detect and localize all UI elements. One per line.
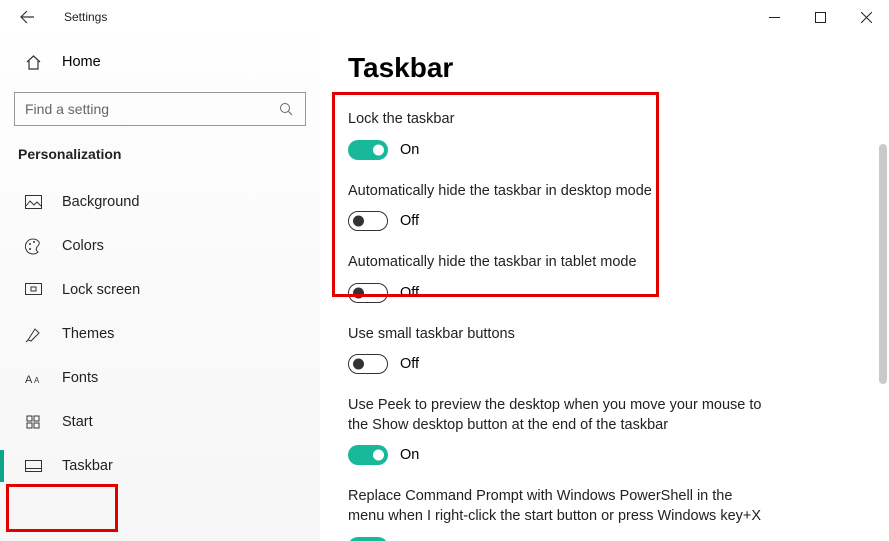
taskbar-icon xyxy=(24,457,42,475)
toggle-state: On xyxy=(400,447,419,463)
scrollbar[interactable] xyxy=(879,144,887,384)
toggle-powershell[interactable] xyxy=(348,537,388,541)
toggle-lock-taskbar[interactable] xyxy=(348,140,388,160)
close-button[interactable] xyxy=(843,1,889,33)
page-title: Taskbar xyxy=(348,52,849,84)
lockscreen-icon xyxy=(24,281,42,299)
sidebar-item-fonts[interactable]: AA Fonts xyxy=(14,356,306,400)
setting-label: Lock the taskbar xyxy=(348,110,768,130)
setting-label: Automatically hide the taskbar in tablet… xyxy=(348,253,768,273)
app-title: Settings xyxy=(64,10,107,24)
start-icon xyxy=(24,413,42,431)
home-icon xyxy=(24,53,42,71)
setting-autohide-desktop: Automatically hide the taskbar in deskto… xyxy=(348,182,849,232)
home-label: Home xyxy=(62,54,101,70)
sidebar-item-colors[interactable]: Colors xyxy=(14,224,306,268)
setting-autohide-tablet: Automatically hide the taskbar in tablet… xyxy=(348,253,849,303)
section-label: Personalization xyxy=(14,146,306,162)
sidebar-item-label: Lock screen xyxy=(62,282,140,298)
sidebar-item-themes[interactable]: Themes xyxy=(14,312,306,356)
back-button[interactable] xyxy=(18,8,36,26)
setting-powershell: Replace Command Prompt with Windows Powe… xyxy=(348,487,849,541)
picture-icon xyxy=(24,193,42,211)
toggle-state: On xyxy=(400,142,419,158)
setting-peek: Use Peek to preview the desktop when you… xyxy=(348,396,849,465)
sidebar-item-label: Start xyxy=(62,414,93,430)
content: Taskbar Lock the taskbar On Automaticall… xyxy=(320,34,889,541)
svg-text:A: A xyxy=(25,374,33,385)
fonts-icon: AA xyxy=(24,369,42,387)
sidebar-item-label: Background xyxy=(62,194,139,210)
search-icon xyxy=(277,100,295,118)
search-placeholder: Find a setting xyxy=(25,101,109,117)
svg-text:A: A xyxy=(34,376,40,385)
setting-label: Use Peek to preview the desktop when you… xyxy=(348,396,768,435)
titlebar: Settings xyxy=(0,0,889,34)
themes-icon xyxy=(24,325,42,343)
window-controls xyxy=(751,1,889,33)
sidebar-item-lockscreen[interactable]: Lock screen xyxy=(14,268,306,312)
sidebar-item-taskbar[interactable]: Taskbar xyxy=(14,444,306,488)
sidebar-item-background[interactable]: Background xyxy=(14,180,306,224)
sidebar-item-label: Fonts xyxy=(62,370,98,386)
toggle-autohide-desktop[interactable] xyxy=(348,211,388,231)
sidebar-item-start[interactable]: Start xyxy=(14,400,306,444)
search-input[interactable]: Find a setting xyxy=(14,92,306,126)
maximize-button[interactable] xyxy=(797,1,843,33)
sidebar-home[interactable]: Home xyxy=(14,42,306,82)
setting-lock-taskbar: Lock the taskbar On xyxy=(348,110,849,160)
sidebar-item-label: Colors xyxy=(62,238,104,254)
toggle-autohide-tablet[interactable] xyxy=(348,283,388,303)
toggle-state: Off xyxy=(400,356,419,372)
setting-small-buttons: Use small taskbar buttons Off xyxy=(348,325,849,375)
toggle-small-buttons[interactable] xyxy=(348,354,388,374)
toggle-state: Off xyxy=(400,213,419,229)
setting-label: Automatically hide the taskbar in deskto… xyxy=(348,182,768,202)
sidebar-item-label: Themes xyxy=(62,326,114,342)
sidebar: Home Find a setting Personalization Back… xyxy=(0,34,320,541)
setting-label: Replace Command Prompt with Windows Powe… xyxy=(348,487,768,526)
palette-icon xyxy=(24,237,42,255)
toggle-state: Off xyxy=(400,285,419,301)
minimize-button[interactable] xyxy=(751,1,797,33)
toggle-peek[interactable] xyxy=(348,445,388,465)
setting-label: Use small taskbar buttons xyxy=(348,325,768,345)
sidebar-item-label: Taskbar xyxy=(62,458,113,474)
